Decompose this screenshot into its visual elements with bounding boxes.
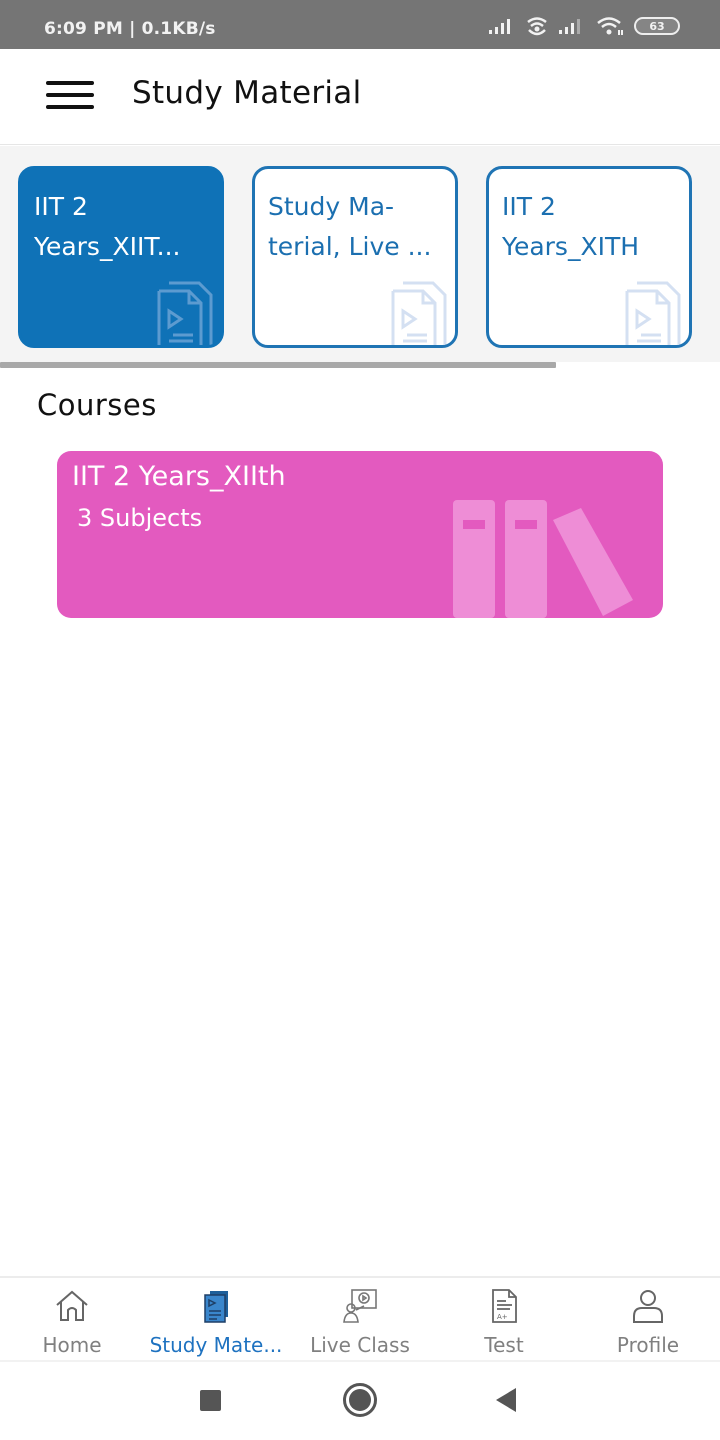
nav-item-live-class[interactable]: Live Class <box>288 1278 432 1360</box>
live-class-icon <box>343 1289 377 1323</box>
home-icon <box>56 1290 88 1321</box>
nav-label: Home <box>42 1333 102 1357</box>
batch-card[interactable]: IIT 2 Years_XIIT... <box>18 166 224 348</box>
back-button[interactable] <box>496 1388 516 1412</box>
svg-text:A+: A+ <box>497 1313 508 1321</box>
nav-label: Test <box>484 1333 524 1357</box>
batch-card-label: IIT 2 Years_XITH <box>502 192 640 261</box>
system-navigation-bar <box>0 1362 720 1440</box>
batch-card-label: IIT 2 Years_XIIT... <box>34 192 181 261</box>
status-icons: 63 <box>488 16 680 36</box>
profile-icon <box>633 1290 663 1323</box>
nav-item-profile[interactable]: Profile <box>576 1278 720 1360</box>
course-name: IIT 2 Years_XIIth <box>72 461 286 492</box>
course-card[interactable]: IIT 2 Years_XIIth 3 Subjects <box>57 451 663 618</box>
courses-heading: Courses <box>37 388 157 422</box>
home-button[interactable] <box>343 1383 377 1417</box>
batch-card-label: Study Ma- terial, Live ... <box>268 192 432 261</box>
document-video-icon <box>157 281 213 345</box>
batch-card[interactable]: Study Ma- terial, Live ... <box>252 166 458 348</box>
app-bar: Study Material <box>0 49 720 145</box>
recent-apps-button[interactable] <box>200 1390 221 1411</box>
study-material-icon <box>204 1291 228 1323</box>
nav-label: Profile <box>616 1333 680 1357</box>
nav-item-test[interactable]: A+ Test <box>432 1278 576 1360</box>
carousel-scrollbar[interactable] <box>0 362 556 368</box>
batch-card[interactable]: IIT 2 Years_XITH <box>486 166 692 348</box>
nav-item-study-material[interactable]: Study Mate... <box>144 1278 288 1360</box>
hamburger-menu-icon[interactable] <box>44 79 96 113</box>
battery-icon: 63 <box>634 17 680 35</box>
hotspot-icon <box>527 17 547 36</box>
nav-label: Live Class <box>310 1333 410 1357</box>
nav-item-home[interactable]: Home <box>0 1278 144 1360</box>
document-video-icon <box>391 281 447 345</box>
status-time: 6:09 PM | 0.1KB/s <box>44 19 216 39</box>
signal-icon <box>559 19 580 34</box>
nav-label: Study Mate... <box>149 1333 283 1357</box>
document-video-icon <box>625 281 681 345</box>
page-title: Study Material <box>132 75 362 111</box>
books-icon <box>453 500 633 618</box>
course-subject-count: 3 Subjects <box>77 504 203 532</box>
test-icon: A+ <box>492 1289 517 1323</box>
bottom-nav: Home Study Mate... Live Class A+ Test Pr… <box>0 1276 720 1362</box>
wifi-icon <box>597 17 623 35</box>
batch-carousel[interactable]: IIT 2 Years_XIIT... Study Ma- terial, Li… <box>0 146 720 370</box>
signal-icon <box>489 19 510 34</box>
status-bar: 6:09 PM | 0.1KB/s 63 <box>0 0 720 49</box>
